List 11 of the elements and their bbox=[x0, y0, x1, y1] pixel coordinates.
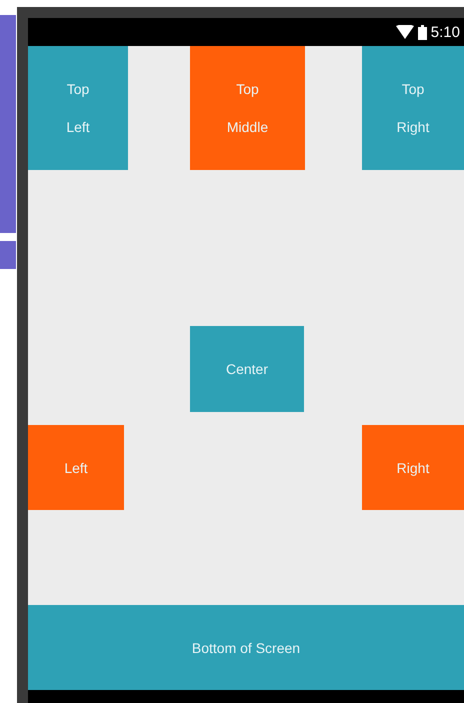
battery-icon bbox=[418, 24, 427, 40]
block-label: Left bbox=[64, 458, 88, 478]
block-label: Bottom of Screen bbox=[192, 638, 300, 658]
side-panel bbox=[0, 241, 16, 269]
block-label: Right bbox=[396, 458, 430, 478]
block-label: Top Left bbox=[66, 80, 90, 137]
block-label: Top Right bbox=[396, 80, 430, 137]
block-label: Top Middle bbox=[226, 80, 268, 137]
status-time: 5:10 bbox=[430, 24, 460, 40]
block-label: Center bbox=[226, 360, 268, 379]
wifi-icon bbox=[396, 25, 414, 39]
